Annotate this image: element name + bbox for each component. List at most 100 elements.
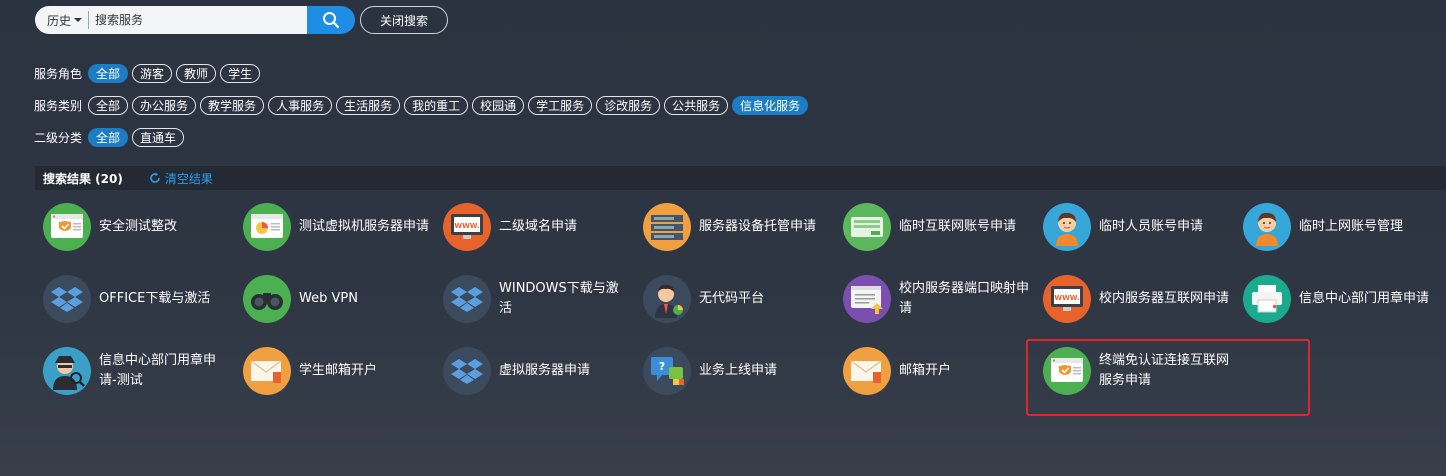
service-label: WINDOWS下载与激活	[499, 281, 619, 316]
filter-chip[interactable]: 直通车	[132, 127, 185, 147]
service-item[interactable]: 临时上网账号管理	[1243, 202, 1438, 252]
filter-label: 服务角色	[34, 66, 83, 81]
filter-label: 二级分类	[34, 130, 83, 145]
svg-text:?: ?	[659, 360, 665, 373]
results-count: 搜索结果 (20)	[43, 171, 123, 186]
filter-label: 服务类别	[34, 98, 83, 113]
filter-chip[interactable]: 办公服务	[132, 95, 197, 115]
service-label: 邮箱开户	[899, 363, 952, 378]
filter-chip[interactable]: 全部	[88, 95, 129, 115]
shield-screen-icon	[43, 203, 91, 251]
clear-results-label: 清空结果	[164, 171, 213, 186]
service-item[interactable]: WINDOWS下载与激活	[443, 274, 638, 324]
filter-chip[interactable]: 学生	[220, 63, 261, 83]
service-label: 临时互联网账号申请	[899, 219, 1017, 234]
service-item[interactable]: 虚拟服务器申请	[443, 346, 638, 396]
results-bar: 搜索结果 (20) 清空结果	[35, 166, 1446, 190]
filter-chip[interactable]: 全部	[88, 127, 129, 147]
filter-chip[interactable]: 游客	[132, 63, 173, 83]
service-item[interactable]: OFFICE下载与激活	[43, 274, 238, 324]
www-monitor-icon: WWW.	[1043, 275, 1091, 323]
search-icon	[323, 12, 340, 29]
service-label: 无代码平台	[699, 291, 765, 306]
service-item[interactable]: Web VPN	[243, 274, 438, 324]
filter-chip[interactable]: 我的重工	[404, 95, 469, 115]
service-label: OFFICE下载与激活	[99, 291, 211, 306]
person-icon	[1243, 203, 1291, 251]
help-chat-icon: ?	[643, 347, 691, 395]
refresh-icon	[150, 172, 160, 183]
filter-chip[interactable]: 教学服务	[200, 95, 265, 115]
filter-chip[interactable]: 学工服务	[528, 95, 593, 115]
service-label: 服务器设备托管申请	[699, 219, 817, 234]
history-label: 历史	[47, 13, 72, 28]
service-item[interactable]: 测试虚拟机服务器申请	[243, 202, 438, 252]
search-box: 历史	[35, 6, 307, 34]
service-label: 校内服务器端口映射申请	[899, 281, 1030, 316]
clear-results-button[interactable]: 清空结果	[149, 170, 213, 187]
port-window-icon	[843, 275, 891, 323]
role-chips: 全部 游客 教师 学生	[88, 63, 264, 83]
service-label: 业务上线申请	[699, 363, 778, 378]
filter-chip[interactable]: 公共服务	[664, 95, 729, 115]
service-item[interactable]: 邮箱开户	[843, 346, 1038, 396]
history-dropdown[interactable]: 历史	[35, 11, 90, 29]
service-label: 临时人员账号申请	[1099, 219, 1204, 234]
service-item[interactable]: 临时互联网账号申请	[843, 202, 1038, 252]
filter-category: 服务类别 全部 办公服务 教学服务 人事服务 生活服务 我的重工 校园通 学工服务 诊改服务 公共…	[34, 95, 812, 115]
printer-icon	[1243, 275, 1291, 323]
search-bar: 历史 关闭搜索	[35, 6, 448, 34]
service-item[interactable]: 安全测试整改	[43, 202, 238, 252]
service-item[interactable]: 信息中心部门用章申请-测试	[43, 346, 238, 396]
dropbox-icon	[443, 347, 491, 395]
dropbox-icon	[43, 275, 91, 323]
service-label: Web VPN	[299, 291, 358, 306]
binoculars-icon	[243, 275, 291, 323]
service-label: 校内服务器互联网申请	[1099, 291, 1230, 306]
service-label: 学生邮箱开户	[299, 363, 378, 378]
server-rack-icon	[643, 203, 691, 251]
network-device-icon	[843, 203, 891, 251]
service-item[interactable]: 服务器设备托管申请	[643, 202, 838, 252]
service-item[interactable]: WWW. 二级域名申请	[443, 202, 638, 252]
filter-chip[interactable]: 全部	[88, 63, 129, 83]
envelope-icon	[843, 347, 891, 395]
service-label: 二级域名申请	[499, 219, 578, 234]
service-item[interactable]: ? 业务上线申请	[643, 346, 838, 396]
service-item[interactable]: 校内服务器端口映射申请	[843, 274, 1038, 324]
service-label: 临时上网账号管理	[1299, 219, 1404, 234]
filter-chip[interactable]: 校园通	[472, 95, 525, 115]
spy-icon	[43, 347, 91, 395]
caret-down-icon	[74, 18, 83, 22]
search-button[interactable]	[307, 6, 355, 34]
svg-text:WWW.: WWW.	[454, 222, 479, 230]
envelope-icon	[243, 347, 291, 395]
service-item[interactable]: 临时人员账号申请	[1043, 202, 1238, 252]
service-item[interactable]: 学生邮箱开户	[243, 346, 438, 396]
person-icon	[1043, 203, 1091, 251]
dropbox-icon	[443, 275, 491, 323]
service-label: 信息中心部门用章申请-测试	[99, 353, 217, 388]
service-label: 测试虚拟机服务器申请	[299, 219, 430, 234]
service-label: 信息中心部门用章申请	[1299, 291, 1430, 306]
filter-chip[interactable]: 人事服务	[268, 95, 333, 115]
service-item[interactable]: 无代码平台	[643, 274, 838, 324]
dashboard-screen-icon	[243, 203, 291, 251]
www-monitor-icon: WWW.	[443, 203, 491, 251]
category-chips: 全部 办公服务 教学服务 人事服务 生活服务 我的重工 校园通 学工服务 诊改服务 公共服务 信息化…	[88, 95, 812, 115]
close-search-button[interactable]: 关闭搜索	[360, 6, 448, 34]
filter-chip[interactable]: 诊改服务	[596, 95, 661, 115]
businessman-icon	[643, 275, 691, 323]
svg-text:WWW.: WWW.	[1054, 294, 1079, 302]
service-item[interactable]: WWW. 校内服务器互联网申请	[1043, 274, 1238, 324]
search-input[interactable]	[89, 7, 290, 33]
service-label: 虚拟服务器申请	[499, 363, 591, 378]
filter-chip[interactable]: 教师	[176, 63, 217, 83]
filter-role: 服务角色 全部 游客 教师 学生	[34, 63, 264, 83]
filter-chip[interactable]: 信息化服务	[732, 95, 809, 115]
sub-chips: 全部 直通车	[88, 127, 188, 147]
filter-chip[interactable]: 生活服务	[336, 95, 401, 115]
selection-highlight	[1026, 339, 1310, 416]
service-item[interactable]: 信息中心部门用章申请	[1243, 274, 1438, 324]
service-label: 安全测试整改	[99, 219, 178, 234]
